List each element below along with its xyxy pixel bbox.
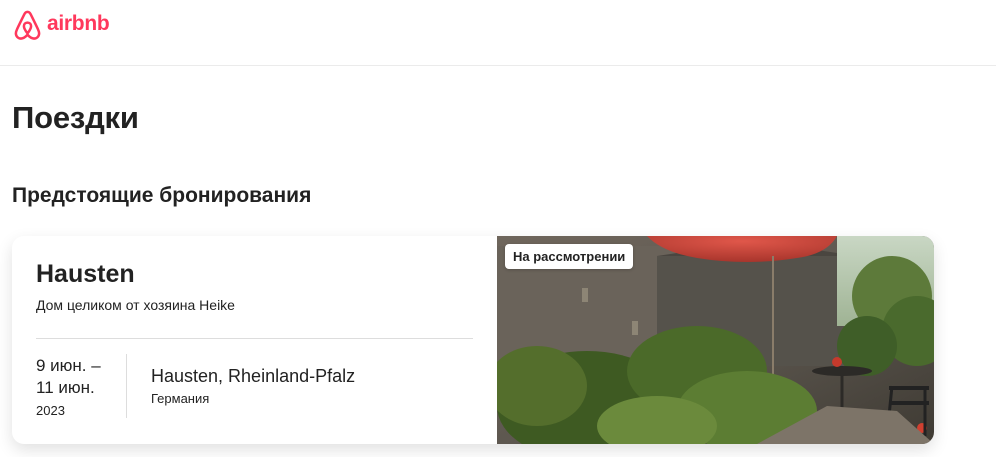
listing-title: Hausten bbox=[36, 260, 135, 288]
page-title: Поездки bbox=[12, 100, 139, 135]
status-badge: На рассмотрении bbox=[505, 244, 634, 269]
listing-subtitle: Дом целиком от хозяина Heike bbox=[36, 297, 235, 313]
card-divider bbox=[36, 338, 473, 339]
date-end: 11 июн. bbox=[36, 378, 95, 397]
trip-card-info: Hausten Дом целиком от хозяина Heike 9 и… bbox=[12, 236, 497, 444]
date-start: 9 июн. – bbox=[36, 356, 101, 375]
upcoming-section-title: Предстоящие бронирования bbox=[12, 184, 312, 207]
location-country: Германия bbox=[151, 391, 210, 406]
dates-divider bbox=[126, 354, 127, 418]
listing-photo[interactable]: На рассмотрении bbox=[497, 236, 934, 444]
trip-card[interactable]: Hausten Дом целиком от хозяина Heike 9 и… bbox=[12, 236, 934, 444]
top-bar: airbnb bbox=[0, 0, 996, 66]
airbnb-logo-link[interactable]: airbnb bbox=[12, 8, 110, 42]
trip-dates: 9 июн. – 11 июн. 2023 bbox=[36, 355, 126, 418]
location-city: Hausten, Rheinland-Pfalz bbox=[151, 366, 356, 386]
date-year: 2023 bbox=[36, 403, 65, 418]
airbnb-logo-text: airbnb bbox=[47, 12, 110, 35]
trip-location: Hausten, Rheinland-Pfalz Германия bbox=[151, 366, 355, 406]
airbnb-logo-icon bbox=[14, 10, 41, 40]
